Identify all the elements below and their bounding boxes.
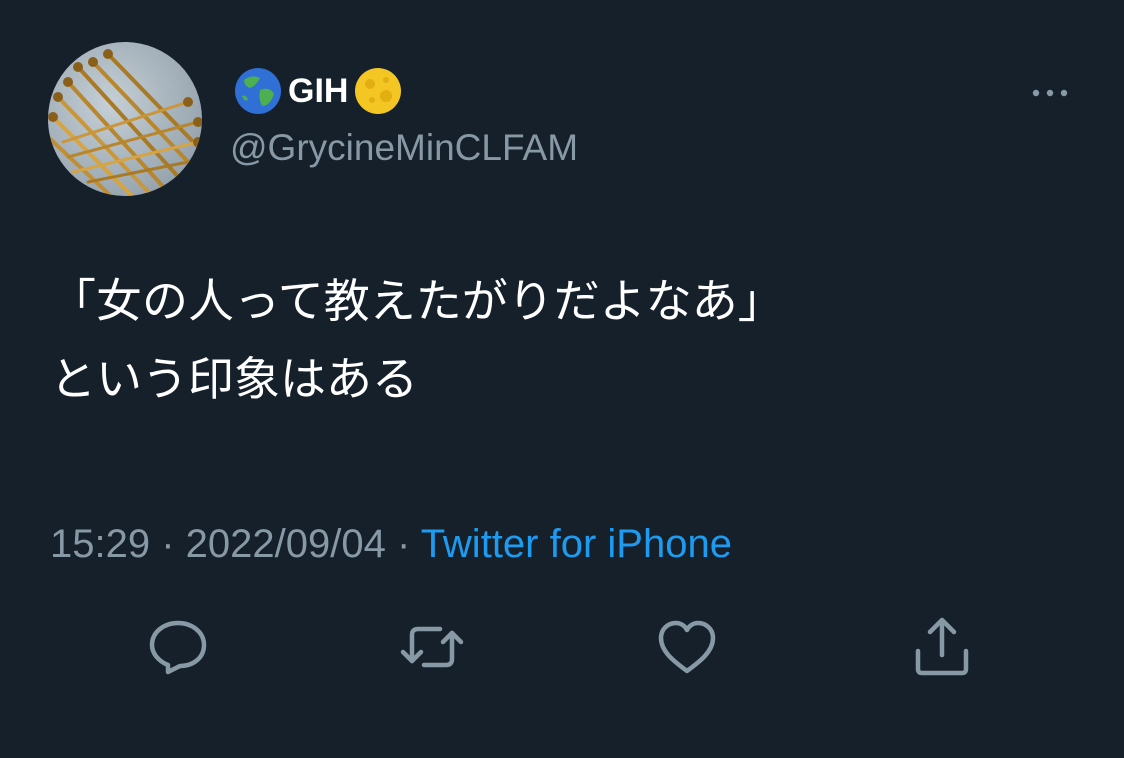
display-name[interactable]: GIH	[230, 66, 406, 116]
meta-separator: ·	[150, 522, 186, 566]
more-options-button[interactable]	[1024, 80, 1076, 106]
tweet-time[interactable]: 15:29	[50, 522, 150, 566]
tweet-text-line: 「女の人って教えたがりだよなあ」	[50, 274, 784, 328]
tweet-text-line: という印象はある	[50, 352, 418, 406]
user-handle[interactable]: @GrycineMinCLFAM	[230, 124, 578, 172]
retweet-button[interactable]	[400, 615, 464, 679]
share-button[interactable]	[910, 615, 974, 679]
share-icon	[915, 617, 969, 676]
tweet-date[interactable]: 2022/09/04	[186, 522, 386, 566]
tweet-text: 「女の人って教えたがりだよなあ」 という印象はある	[50, 262, 1070, 418]
tweet-action-bar	[0, 615, 1124, 679]
reply-icon	[149, 620, 207, 675]
tweet-source-link[interactable]: Twitter for iPhone	[421, 522, 732, 566]
like-button[interactable]	[655, 615, 719, 679]
reply-button[interactable]	[146, 615, 210, 679]
more-horizontal-icon	[1032, 89, 1068, 97]
tweet-meta: 15:29 · 2022/09/04 · Twitter for iPhone	[50, 516, 732, 572]
globe-emoji-icon	[230, 66, 286, 116]
meta-separator: ·	[385, 522, 421, 566]
display-name-text: GIH	[288, 72, 349, 110]
full-moon-emoji-icon	[350, 66, 406, 116]
avatar-pins-image	[48, 49, 202, 196]
avatar[interactable]	[48, 42, 202, 196]
heart-icon	[658, 620, 716, 674]
retweet-icon	[400, 626, 464, 668]
